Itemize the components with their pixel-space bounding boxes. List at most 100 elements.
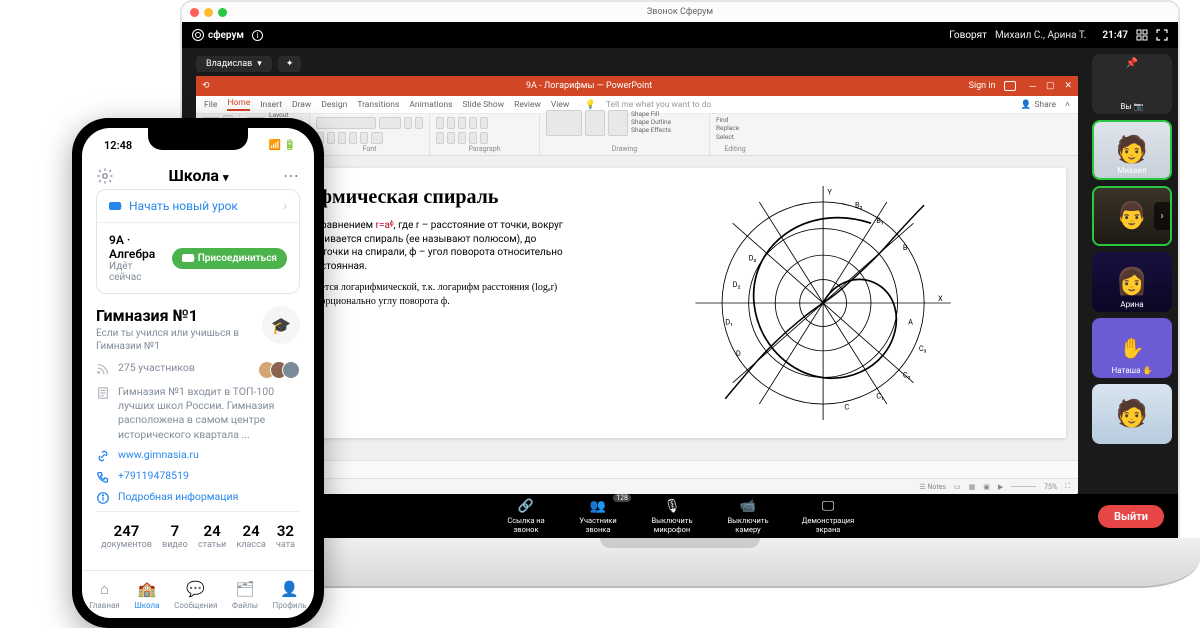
participant-name: Наташа	[1112, 366, 1141, 375]
font-color-icon[interactable]	[371, 132, 383, 144]
grow-font-icon[interactable]	[404, 117, 412, 129]
stat-classes[interactable]: 24класса	[236, 522, 265, 550]
indent-icon[interactable]	[469, 117, 477, 129]
new-lesson-row[interactable]: Начать новый урок ›	[97, 190, 299, 222]
pp-window-help-icon[interactable]	[1004, 81, 1016, 91]
ctl-screenshare[interactable]: 🖵 Демонстрация экрана	[797, 498, 859, 534]
align-left-icon[interactable]	[436, 132, 444, 144]
tab-profile[interactable]: 👤Профиль	[272, 579, 306, 610]
participant-tile[interactable]: 🧑	[1092, 384, 1172, 444]
fullscreen-icon[interactable]	[1156, 29, 1168, 41]
phone-content[interactable]: Начать новый урок › 9А · Алгебра Идёт се…	[82, 189, 314, 570]
pp-tab-review[interactable]: Review	[514, 100, 541, 110]
pp-close-icon[interactable]: ✕	[1064, 81, 1072, 92]
ctl-camera[interactable]: 📹 Выключить камеру	[721, 498, 775, 534]
shrink-font-icon[interactable]	[415, 117, 423, 129]
ctl-link[interactable]: 🔗 Ссылка на звонок	[501, 498, 551, 534]
maximize-icon[interactable]	[218, 8, 227, 17]
participant-tile[interactable]: 👩 Арина	[1092, 252, 1172, 312]
svg-text:D₃: D₃	[748, 253, 756, 262]
participants-row[interactable]: 275 участников	[96, 361, 300, 379]
pp-slide: Логарифмическая спираль описывается урав…	[228, 168, 1066, 438]
share-tab-user[interactable]: Владислав ▾	[196, 56, 272, 72]
replace-btn[interactable]: Replace	[716, 124, 754, 132]
participant-tile-hand-raised[interactable]: ✋ Наташа ✋	[1092, 318, 1172, 378]
school-website-row[interactable]: www.gimnasia.ru	[96, 448, 300, 463]
tab-school[interactable]: 🏫Школа	[134, 579, 159, 610]
stat-docs[interactable]: 247документов	[101, 522, 152, 550]
pp-share[interactable]: Share	[1034, 100, 1056, 110]
quick-styles-btn[interactable]	[608, 110, 628, 136]
close-icon[interactable]	[190, 8, 199, 17]
stat-articles[interactable]: 24статьи	[198, 522, 226, 550]
pp-tab-draw[interactable]: Draw	[292, 100, 311, 110]
lesson-info: 9А · Алгебра Идёт сейчас	[109, 233, 164, 283]
info-icon[interactable]: i	[252, 30, 263, 41]
share-tab-effects[interactable]: ✦	[278, 56, 302, 72]
pp-restore-icon[interactable]: ▢	[1046, 81, 1055, 92]
tab-files[interactable]: 🗂Файлы	[232, 579, 258, 610]
line-spacing-icon[interactable]	[480, 117, 488, 129]
select-btn[interactable]: Select	[716, 133, 754, 141]
participant-tile[interactable]: 🧑 Михаил	[1092, 120, 1172, 180]
arrange-btn[interactable]	[585, 110, 605, 136]
pp-tellme[interactable]: Tell me what you want to do	[606, 100, 712, 110]
underline-icon[interactable]	[338, 132, 346, 144]
font-family-select[interactable]	[316, 117, 376, 129]
pp-tab-transitions[interactable]: Transitions	[357, 100, 399, 110]
pp-minimize-icon[interactable]: ─	[1030, 81, 1036, 92]
ctl-mic[interactable]: 🎙 Выключить микрофон	[645, 498, 699, 534]
chevron-down-icon[interactable]: ▾	[223, 171, 229, 184]
justify-icon[interactable]	[469, 132, 477, 144]
tab-home[interactable]: ⌂Главная	[89, 579, 119, 610]
pp-signin[interactable]: Sign in	[969, 81, 996, 91]
participant-self[interactable]: 📌 Вы 📷	[1092, 54, 1172, 114]
chevron-down-icon: ▾	[257, 59, 262, 69]
align-center-icon[interactable]	[447, 132, 455, 144]
link-icon	[96, 449, 110, 463]
columns-icon[interactable]	[480, 132, 488, 144]
pp-tab-slideshow[interactable]: Slide Show	[463, 100, 505, 110]
stat-chats[interactable]: 32чата	[276, 522, 295, 550]
grid-view-icon[interactable]	[1136, 29, 1148, 41]
pp-tab-view[interactable]: View	[551, 100, 569, 110]
pp-notes-pane[interactable]: to add notes	[196, 460, 1078, 478]
pp-tab-insert[interactable]: Insert	[260, 100, 282, 110]
more-info-row[interactable]: Подробная информация	[96, 490, 300, 505]
ribbon-collapse-icon[interactable]: ˄	[1065, 99, 1070, 110]
pp-view-slideshow-icon[interactable]: ▶	[998, 483, 1003, 491]
italic-icon[interactable]	[327, 132, 335, 144]
join-lesson-button[interactable]: Присоединиться	[172, 248, 287, 269]
shapes-gallery[interactable]	[546, 110, 582, 136]
strike-icon[interactable]	[349, 132, 357, 144]
align-right-icon[interactable]	[458, 132, 466, 144]
outdent-icon[interactable]	[458, 117, 466, 129]
pp-view-sorter-icon[interactable]: ▦	[969, 483, 976, 491]
pp-tab-animations[interactable]: Animations	[409, 100, 452, 110]
pp-tab-design[interactable]: Design	[321, 100, 347, 110]
minimize-icon[interactable]	[204, 8, 213, 17]
tab-messages[interactable]: 💬Сообщения	[174, 579, 217, 610]
pp-notes-toggle[interactable]: ☰ Notes	[919, 483, 946, 491]
pp-tab-home[interactable]: Home	[227, 98, 250, 111]
pp-tab-file[interactable]: File	[204, 100, 217, 110]
shape-effects-btn[interactable]: Shape Effects	[631, 127, 671, 135]
gear-icon[interactable]	[96, 167, 114, 185]
bullets-icon[interactable]	[436, 117, 444, 129]
shadow-icon[interactable]	[360, 132, 368, 144]
school-phone-row[interactable]: +79119478519	[96, 469, 300, 484]
find-btn[interactable]: Find	[716, 116, 754, 124]
pp-fit-icon[interactable]: ⛶	[1065, 482, 1070, 491]
font-size-select[interactable]	[379, 117, 401, 129]
more-icon[interactable]: ⋯	[283, 166, 300, 185]
numbering-icon[interactable]	[447, 117, 455, 129]
chevron-right-icon[interactable]: ›	[1154, 202, 1170, 230]
pp-view-reading-icon[interactable]: ▣	[983, 483, 990, 491]
participant-tile[interactable]: 👨 ›	[1092, 186, 1172, 246]
ctl-participants[interactable]: 👥 128 Участники звонка	[573, 498, 623, 534]
pp-slide-area[interactable]: Логарифмическая спираль описывается урав…	[216, 156, 1078, 460]
leave-call-button[interactable]: Выйти	[1098, 505, 1164, 528]
pp-zoom[interactable]: 75%	[1044, 483, 1057, 491]
pp-view-normal-icon[interactable]: ▭	[954, 483, 961, 491]
stat-video[interactable]: 7видео	[162, 522, 188, 550]
